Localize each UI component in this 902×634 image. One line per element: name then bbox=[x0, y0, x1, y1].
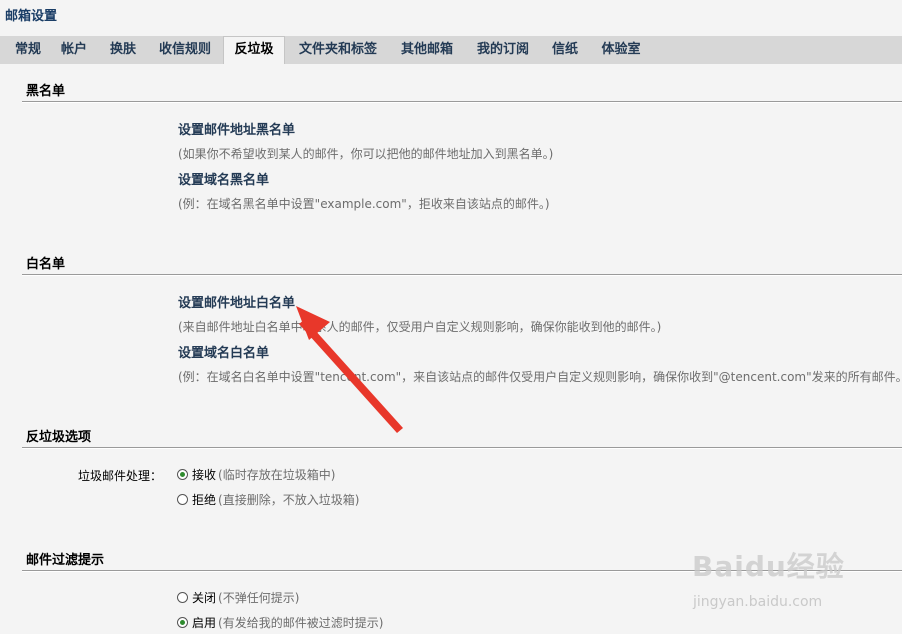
filter-tip-off-hint: (不弹任何提示) bbox=[218, 591, 300, 605]
watermark-logo: Baidu经验 bbox=[692, 550, 845, 583]
tab-bar: 常规 帐户 换肤 收信规则 反垃圾 文件夹和标签 其他邮箱 我的订阅 信纸 体验… bbox=[0, 36, 902, 64]
filter-tip-on-option[interactable]: 启用 (有发给我的邮件被过滤时提示) bbox=[177, 614, 383, 631]
tab-general[interactable]: 常规 bbox=[8, 36, 48, 64]
tab-lab[interactable]: 体验室 bbox=[596, 36, 646, 64]
tab-antispam[interactable]: 反垃圾 bbox=[223, 36, 285, 64]
whitelist-section-title: 白名单 bbox=[26, 257, 66, 272]
section-divider bbox=[22, 274, 902, 276]
antispam-section-title: 反垃圾选项 bbox=[26, 430, 92, 445]
spam-reject-text[interactable]: 拒绝 bbox=[192, 491, 216, 508]
filter-tip-off-text[interactable]: 关闭 bbox=[192, 589, 216, 606]
window-title: 邮箱设置 bbox=[5, 9, 58, 24]
filter-tip-off-radio[interactable] bbox=[177, 592, 188, 603]
spam-accept-option[interactable]: 接收 (临时存放在垃圾箱中) bbox=[177, 466, 335, 483]
address-blacklist-desc: (如果你不希望收到某人的邮件，你可以把他的邮件地址加入到黑名单。) bbox=[178, 147, 554, 161]
spam-reject-option[interactable]: 拒绝 (直接删除，不放入垃圾箱) bbox=[177, 491, 359, 508]
filter-tip-on-radio[interactable] bbox=[177, 617, 188, 628]
filter-tip-on-hint: (有发给我的邮件被过滤时提示) bbox=[218, 616, 384, 630]
spam-accept-hint: (临时存放在垃圾箱中) bbox=[218, 468, 336, 482]
blacklist-section-title: 黑名单 bbox=[26, 84, 66, 99]
tab-folders-labels[interactable]: 文件夹和标签 bbox=[292, 36, 384, 64]
address-whitelist-desc: (来自邮件地址白名单中联系人的邮件，仅受用户自定义规则影响，确保你能收到他的邮件… bbox=[178, 320, 662, 334]
tab-stationery[interactable]: 信纸 bbox=[546, 36, 584, 64]
tab-account[interactable]: 帐户 bbox=[54, 36, 94, 64]
domain-blacklist-link[interactable]: 设置域名黑名单 bbox=[178, 169, 269, 188]
filter-tip-section-title: 邮件过滤提示 bbox=[26, 553, 105, 568]
spam-accept-text[interactable]: 接收 bbox=[192, 466, 216, 483]
title-bar: 邮箱设置 bbox=[0, 0, 902, 27]
filter-tip-on-text[interactable]: 启用 bbox=[192, 614, 216, 631]
address-whitelist-link[interactable]: 设置邮件地址白名单 bbox=[178, 292, 295, 311]
tab-other-mailboxes[interactable]: 其他邮箱 bbox=[395, 36, 459, 64]
domain-blacklist-desc: (例：在域名黑名单中设置"example.com"，拒收来自该站点的邮件。) bbox=[178, 197, 550, 211]
spam-reject-radio[interactable] bbox=[177, 494, 188, 505]
tab-skin[interactable]: 换肤 bbox=[102, 36, 144, 64]
spam-accept-radio[interactable] bbox=[177, 469, 188, 480]
domain-whitelist-desc: (例：在域名白名单中设置"tencent.com"，来自该站点的邮件仅受用户自定… bbox=[178, 370, 902, 384]
domain-whitelist-link[interactable]: 设置域名白名单 bbox=[178, 342, 269, 361]
spam-handling-label: 垃圾邮件处理： bbox=[78, 469, 163, 483]
address-blacklist-link[interactable]: 设置邮件地址黑名单 bbox=[178, 119, 295, 138]
tab-subscriptions[interactable]: 我的订阅 bbox=[471, 36, 535, 64]
watermark-url: jingyan.baidu.com bbox=[693, 594, 823, 610]
section-divider bbox=[22, 447, 902, 449]
tab-mail-rules[interactable]: 收信规则 bbox=[152, 36, 218, 64]
spam-reject-hint: (直接删除，不放入垃圾箱) bbox=[218, 493, 360, 507]
section-divider bbox=[22, 101, 902, 103]
filter-tip-off-option[interactable]: 关闭 (不弹任何提示) bbox=[177, 589, 299, 606]
